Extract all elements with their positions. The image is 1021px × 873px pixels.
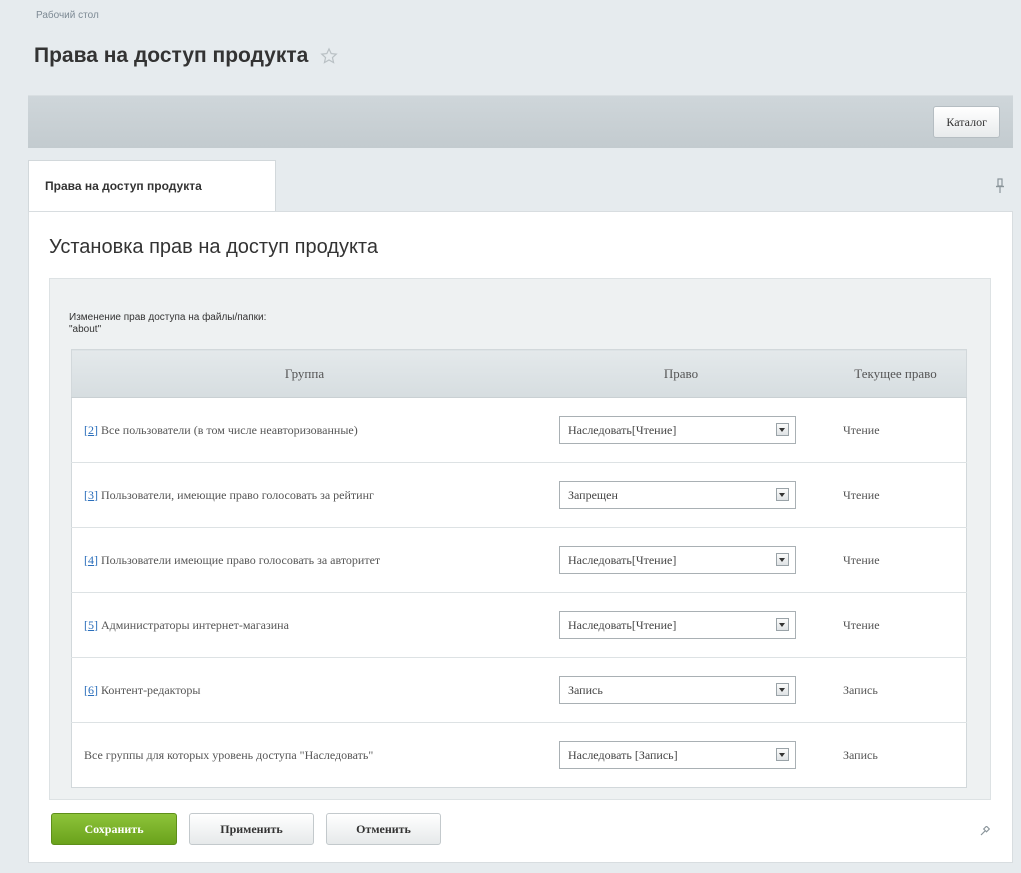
chevron-down-icon[interactable]: [776, 488, 789, 501]
pin-icon[interactable]: [980, 826, 990, 836]
right-select[interactable]: Наследовать[Чтение]: [559, 416, 796, 444]
right-select-value: Наследовать[Чтение]: [568, 618, 677, 632]
right-cell: Наследовать[Чтение]: [537, 527, 825, 593]
group-link[interactable]: [3]: [84, 488, 98, 502]
description-path: "about": [69, 324, 102, 335]
chevron-down-icon[interactable]: [776, 553, 789, 566]
table-row: [4] Пользователи имеющие право голосоват…: [71, 527, 967, 593]
group-link[interactable]: [4]: [84, 553, 98, 567]
current-right: Чтение: [825, 592, 967, 658]
right-select[interactable]: Запись: [559, 676, 796, 704]
group-cell: [5] Администраторы интернет-магазина: [71, 592, 537, 658]
toolbar: Каталог: [28, 95, 1013, 148]
right-select[interactable]: Наследовать[Чтение]: [559, 546, 796, 574]
group-cell: [4] Пользователи имеющие право голосоват…: [71, 527, 537, 593]
right-cell: Наследовать[Чтение]: [537, 397, 825, 463]
right-select[interactable]: Запрещен: [559, 481, 796, 509]
current-right: Запись: [825, 657, 967, 723]
right-cell: Запись: [537, 657, 825, 723]
current-right: Чтение: [825, 397, 967, 463]
title-row: Права на доступ продукта: [34, 44, 338, 68]
right-cell: Наследовать [Запись]: [537, 723, 825, 788]
group-link[interactable]: [6]: [84, 683, 98, 697]
rights-container: Изменение прав доступа на файлы/папки: "…: [49, 278, 991, 800]
chevron-down-icon[interactable]: [776, 683, 789, 696]
description-line: Изменение прав доступа на файлы/папки:: [69, 312, 267, 323]
group-link[interactable]: [2]: [84, 423, 98, 437]
table-row: [3] Пользователи, имеющие право голосова…: [71, 462, 967, 528]
group-name: Все группы для которых уровень доступа "…: [84, 747, 374, 762]
breadcrumb[interactable]: Рабочий стол: [36, 10, 99, 21]
header-right: Право: [537, 349, 825, 398]
group-link[interactable]: [5]: [84, 618, 98, 632]
group-cell: [6] Контент-редакторы: [71, 657, 537, 723]
right-select-value: Наследовать [Запись]: [568, 748, 678, 762]
tab-access-rights[interactable]: Права на доступ продукта: [28, 160, 276, 211]
right-select-value: Запись: [568, 683, 603, 697]
section-title: Установка прав на доступ продукта: [49, 236, 378, 258]
group-name: Пользователи имеющие право голосовать за…: [98, 552, 381, 567]
star-icon[interactable]: [320, 47, 338, 65]
table-row: [5] Администраторы интернет-магазина Нас…: [71, 592, 967, 658]
description: Изменение прав доступа на файлы/папки: "…: [69, 312, 266, 336]
header-current-right: Текущее право: [825, 349, 967, 398]
tab-bar: Права на доступ продукта: [28, 160, 1013, 212]
header-group: Группа: [71, 349, 537, 398]
group-name: Контент-редакторы: [98, 682, 201, 697]
right-select[interactable]: Наследовать [Запись]: [559, 741, 796, 769]
catalog-button[interactable]: Каталог: [933, 106, 1000, 138]
table-row: [6] Контент-редакторы Запись Запись: [71, 657, 967, 723]
form-actions: Сохранить Применить Отменить: [51, 813, 441, 845]
chevron-down-icon[interactable]: [776, 423, 789, 436]
right-cell: Наследовать[Чтение]: [537, 592, 825, 658]
right-select[interactable]: Наследовать[Чтение]: [559, 611, 796, 639]
table-row: Все группы для которых уровень доступа "…: [72, 723, 967, 788]
apply-button[interactable]: Применить: [189, 813, 314, 845]
group-cell: [2] Все пользователи (в том числе неавто…: [71, 397, 537, 463]
current-right: Чтение: [825, 527, 967, 593]
group-name: Пользователи, имеющие право голосовать з…: [98, 487, 374, 502]
cancel-button[interactable]: Отменить: [326, 813, 441, 845]
right-select-value: Наследовать[Чтение]: [568, 553, 677, 567]
table-row: [2] Все пользователи (в том числе неавто…: [71, 397, 967, 463]
group-name: Администраторы интернет-магазина: [98, 617, 289, 632]
save-button[interactable]: Сохранить: [51, 813, 177, 845]
rights-table: Группа Право Текущее право [2] Все польз…: [71, 349, 967, 788]
current-right: Запись: [843, 747, 878, 762]
group-cell: Все группы для которых уровень доступа "…: [72, 723, 538, 788]
group-name: Все пользователи (в том числе неавторизо…: [98, 422, 358, 437]
table-header-row: Группа Право Текущее право: [71, 349, 967, 398]
right-cell: Запрещен: [537, 462, 825, 528]
pin-icon[interactable]: [995, 178, 1005, 194]
chevron-down-icon[interactable]: [776, 618, 789, 631]
main-panel: Установка прав на доступ продукта Измене…: [28, 211, 1013, 863]
group-cell: [3] Пользователи, имеющие право голосова…: [71, 462, 537, 528]
right-select-value: Наследовать[Чтение]: [568, 423, 677, 437]
chevron-down-icon[interactable]: [776, 748, 789, 761]
right-select-value: Запрещен: [568, 488, 618, 502]
page-title: Права на доступ продукта: [34, 44, 309, 67]
current-right: Чтение: [825, 462, 967, 528]
